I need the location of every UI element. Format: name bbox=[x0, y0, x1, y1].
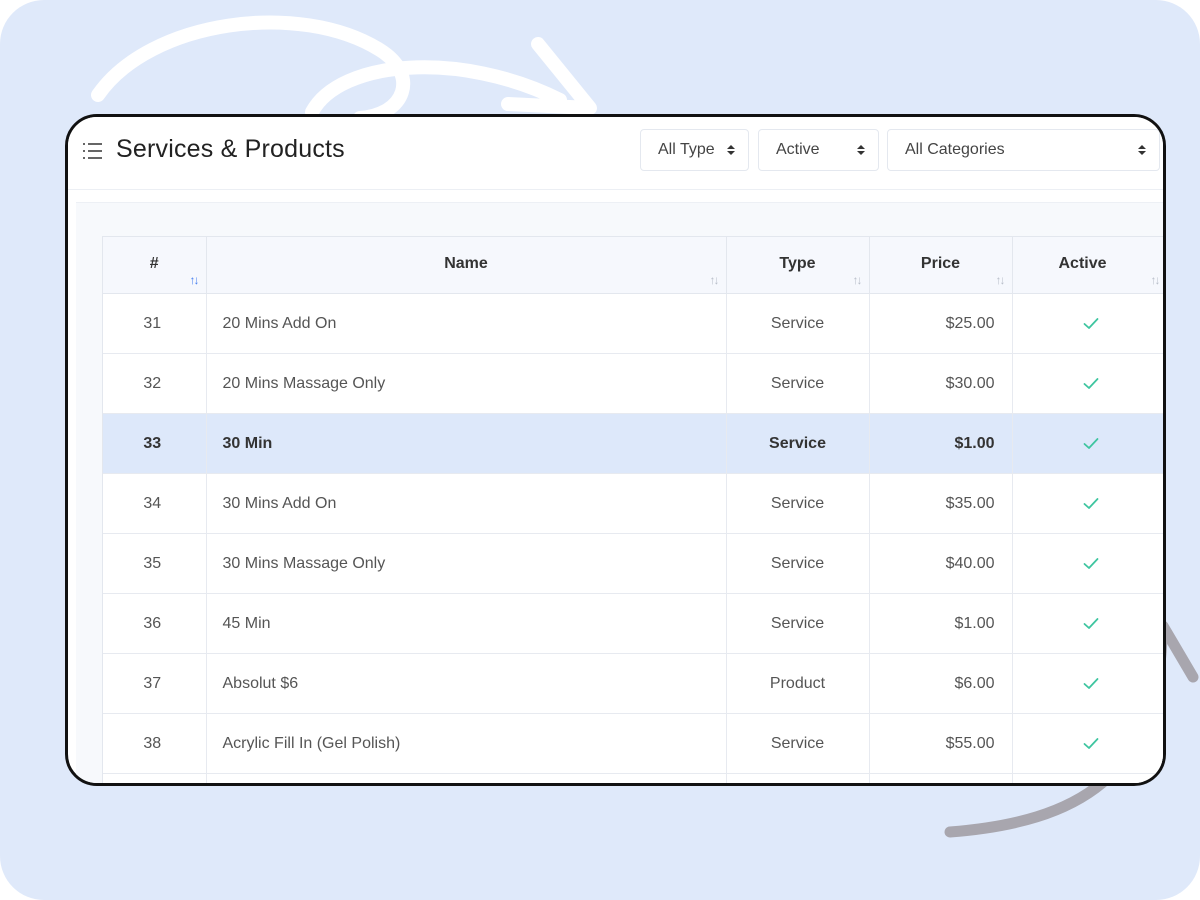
row-number: 34 bbox=[103, 473, 207, 534]
row-price: $1.00 bbox=[869, 413, 1013, 474]
row-active bbox=[1012, 533, 1163, 594]
type-filter-value: All Type bbox=[658, 141, 715, 158]
row-type: Product bbox=[726, 653, 870, 714]
sort-arrows-icon[interactable]: ↑↓ bbox=[190, 273, 200, 287]
sort-arrows-icon[interactable]: ↑↓ bbox=[853, 273, 863, 287]
list-icon bbox=[83, 143, 102, 159]
type-filter-select[interactable]: All Type bbox=[640, 129, 749, 171]
table-body: 31 20 Mins Add On Service $25.00 32 20 Mins M… bbox=[103, 293, 1163, 783]
status-filter-select[interactable]: Active bbox=[758, 129, 879, 171]
row-type: Service bbox=[726, 593, 870, 654]
table-row[interactable]: 35 30 Mins Massage Only Service $40.00 bbox=[103, 533, 1163, 594]
row-name: 30 Mins Add On bbox=[206, 473, 727, 534]
check-icon bbox=[1083, 377, 1098, 389]
row-price bbox=[869, 773, 1013, 783]
column-header-name[interactable]: Name ↑↓ bbox=[206, 237, 727, 294]
table-row[interactable]: 36 45 Min Service $1.00 bbox=[103, 593, 1163, 654]
white-swirl-arrow-decoration bbox=[91, 15, 597, 125]
select-caret-icon bbox=[1138, 145, 1146, 155]
row-name: Absolut $6 bbox=[206, 653, 727, 714]
column-header-number[interactable]: # ↑↓ bbox=[103, 237, 207, 294]
row-number: 36 bbox=[103, 593, 207, 654]
check-icon bbox=[1083, 677, 1098, 689]
table-row[interactable]: 34 30 Mins Add On Service $35.00 bbox=[103, 473, 1163, 534]
row-name: 30 Mins Massage Only bbox=[206, 533, 727, 594]
row-price: $35.00 bbox=[869, 473, 1013, 534]
row-name: Acrylic Fill In (Gel Polish) bbox=[206, 713, 727, 774]
check-icon bbox=[1083, 497, 1098, 509]
row-number: 37 bbox=[103, 653, 207, 714]
check-icon bbox=[1083, 617, 1098, 629]
row-price: $25.00 bbox=[869, 293, 1013, 354]
check-icon bbox=[1083, 437, 1098, 449]
status-filter-value: Active bbox=[776, 141, 820, 158]
category-filter-select[interactable]: All Categories bbox=[887, 129, 1160, 171]
table-row[interactable] bbox=[103, 773, 1163, 783]
row-number: 32 bbox=[103, 353, 207, 414]
row-name: 30 Min bbox=[206, 413, 727, 474]
services-table: # ↑↓ Name ↑↓ Type ↑↓ Price ↑↓ Active ↑↓ … bbox=[103, 237, 1163, 783]
row-active bbox=[1012, 353, 1163, 414]
row-number: 38 bbox=[103, 713, 207, 774]
row-type: Service bbox=[726, 413, 870, 474]
check-icon bbox=[1083, 737, 1098, 749]
row-active bbox=[1012, 293, 1163, 354]
row-active bbox=[1012, 413, 1163, 474]
select-caret-icon bbox=[727, 145, 735, 155]
row-type: Service bbox=[726, 473, 870, 534]
row-price: $6.00 bbox=[869, 653, 1013, 714]
row-number: 31 bbox=[103, 293, 207, 354]
row-active bbox=[1012, 653, 1163, 714]
row-active bbox=[1012, 713, 1163, 774]
card-header: Services & Products All Type Active All … bbox=[68, 117, 1163, 190]
table-row[interactable]: 37 Absolut $6 Product $6.00 bbox=[103, 653, 1163, 714]
row-type bbox=[726, 773, 870, 783]
check-icon bbox=[1083, 557, 1098, 569]
row-name bbox=[206, 773, 727, 783]
services-table-wrapper: # ↑↓ Name ↑↓ Type ↑↓ Price ↑↓ Active ↑↓ … bbox=[102, 236, 1163, 783]
row-price: $30.00 bbox=[869, 353, 1013, 414]
page-title: Services & Products bbox=[116, 135, 345, 163]
column-header-type[interactable]: Type ↑↓ bbox=[726, 237, 870, 294]
table-header-row: # ↑↓ Name ↑↓ Type ↑↓ Price ↑↓ Active ↑↓ bbox=[103, 237, 1163, 294]
row-active bbox=[1012, 773, 1163, 783]
sort-arrows-icon[interactable]: ↑↓ bbox=[1151, 273, 1161, 287]
row-name: 20 Mins Add On bbox=[206, 293, 727, 354]
row-name: 20 Mins Massage Only bbox=[206, 353, 727, 414]
row-price: $40.00 bbox=[869, 533, 1013, 594]
row-number bbox=[103, 773, 207, 783]
select-caret-icon bbox=[857, 145, 865, 155]
row-active bbox=[1012, 473, 1163, 534]
check-icon bbox=[1083, 317, 1098, 329]
column-header-price[interactable]: Price ↑↓ bbox=[869, 237, 1013, 294]
row-name: 45 Min bbox=[206, 593, 727, 654]
table-row[interactable]: 33 30 Min Service $1.00 bbox=[103, 413, 1163, 474]
row-active bbox=[1012, 593, 1163, 654]
column-header-active[interactable]: Active ↑↓ bbox=[1012, 237, 1163, 294]
row-price: $1.00 bbox=[869, 593, 1013, 654]
services-products-card: Services & Products All Type Active All … bbox=[65, 114, 1166, 786]
sort-arrows-icon[interactable]: ↑↓ bbox=[996, 273, 1006, 287]
row-number: 33 bbox=[103, 413, 207, 474]
row-type: Service bbox=[726, 293, 870, 354]
row-type: Service bbox=[726, 713, 870, 774]
row-type: Service bbox=[726, 533, 870, 594]
sort-arrows-icon[interactable]: ↑↓ bbox=[710, 273, 720, 287]
row-type: Service bbox=[726, 353, 870, 414]
table-row[interactable]: 32 20 Mins Massage Only Service $30.00 bbox=[103, 353, 1163, 414]
row-number: 35 bbox=[103, 533, 207, 594]
table-panel: # ↑↓ Name ↑↓ Type ↑↓ Price ↑↓ Active ↑↓ … bbox=[76, 202, 1163, 783]
category-filter-value: All Categories bbox=[905, 141, 1005, 158]
table-row[interactable]: 31 20 Mins Add On Service $25.00 bbox=[103, 293, 1163, 354]
table-row[interactable]: 38 Acrylic Fill In (Gel Polish) Service $55… bbox=[103, 713, 1163, 774]
row-price: $55.00 bbox=[869, 713, 1013, 774]
